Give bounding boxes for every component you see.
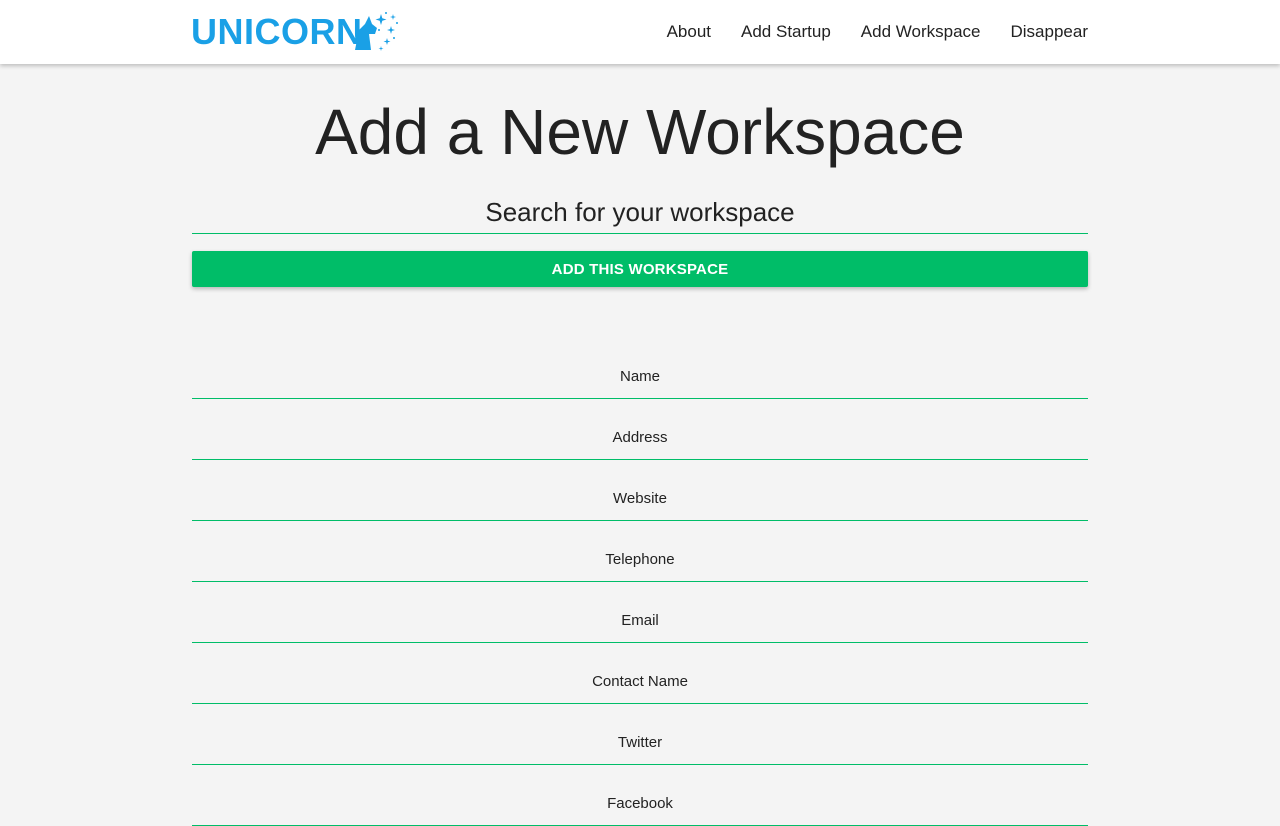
website-field[interactable] (192, 460, 1088, 521)
nav-add-workspace[interactable]: Add Workspace (861, 22, 981, 42)
email-field[interactable] (192, 582, 1088, 643)
nav-disappear[interactable]: Disappear (1011, 22, 1089, 42)
nav-about[interactable]: About (667, 22, 711, 42)
nav-add-startup[interactable]: Add Startup (741, 22, 831, 42)
brand-name: UNICORN (191, 11, 363, 52)
unicorn-sparkle-icon (354, 12, 398, 51)
main-nav: About Add Startup Add Workspace Disappea… (637, 0, 1088, 64)
workspace-search-input[interactable] (192, 192, 1088, 234)
address-field[interactable] (192, 399, 1088, 460)
brand-logo[interactable]: UNICORN (191, 10, 401, 54)
facebook-field[interactable] (192, 765, 1088, 826)
page-title: Add a New Workspace (315, 96, 965, 168)
top-navbar: UNICORN About Add Startup Add Workspace … (0, 0, 1280, 64)
telephone-field[interactable] (192, 521, 1088, 582)
name-field[interactable] (192, 338, 1088, 399)
workspace-fields (192, 338, 1088, 826)
twitter-field[interactable] (192, 704, 1088, 765)
add-workspace-button[interactable]: ADD THIS WORKSPACE (192, 251, 1088, 287)
contact-name-field[interactable] (192, 643, 1088, 704)
